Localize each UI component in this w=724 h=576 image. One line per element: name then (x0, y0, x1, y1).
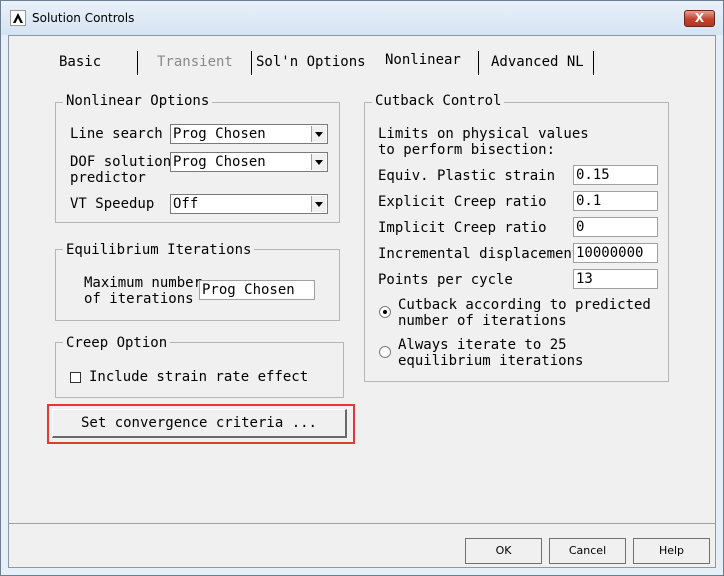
set-convergence-criteria-button[interactable]: Set convergence criteria ... (52, 409, 347, 438)
dof-solution-label: DOF solution (70, 154, 172, 170)
chevron-down-icon[interactable] (311, 196, 326, 212)
max-iterations-value: Prog Chosen (202, 282, 295, 298)
max-iterations-input[interactable]: Prog Chosen (199, 280, 315, 300)
incremental-displacement-label: Incremental displacement (378, 246, 581, 262)
tab-soln-options[interactable]: Sol'n Options (256, 54, 366, 70)
vt-speedup-select[interactable]: Off (170, 194, 328, 214)
line-search-select[interactable]: Prog Chosen (170, 124, 328, 144)
cutback-predicted-label-2: number of iterations (398, 313, 567, 329)
always-iterate-label-2: equilibrium iterations (398, 353, 584, 369)
points-per-cycle-label: Points per cycle (378, 272, 513, 288)
nonlinear-options-title: Nonlinear Options (63, 93, 213, 109)
dof-predictor-value: Prog Chosen (173, 154, 266, 170)
creep-option-title: Creep Option (63, 335, 171, 351)
line-search-value: Prog Chosen (173, 126, 266, 142)
plastic-strain-input[interactable]: 0.15 (573, 165, 658, 185)
always-iterate-label-1: Always iterate to 25 (398, 337, 567, 353)
cutback-predicted-label-1: Cutback according to predicted (398, 297, 651, 313)
ok-button[interactable]: OK (465, 538, 542, 564)
line-search-label: Line search (70, 126, 163, 142)
tab-nonlinear[interactable]: Nonlinear (385, 52, 461, 68)
cancel-button[interactable]: Cancel (549, 538, 626, 564)
tab-transient[interactable]: Transient (157, 54, 233, 70)
vt-speedup-value: Off (173, 196, 199, 212)
plastic-strain-label: Equiv. Plastic strain (378, 168, 556, 184)
explicit-creep-label: Explicit Creep ratio (378, 194, 547, 210)
implicit-creep-label: Implicit Creep ratio (378, 220, 547, 236)
points-per-cycle-input[interactable]: 13 (573, 269, 658, 289)
radio-selected-dot (383, 310, 387, 314)
solution-controls-window: Solution Controls X Basic Transient Sol'… (0, 0, 724, 576)
tab-divider (251, 51, 252, 75)
dof-predictor-label: predictor (70, 170, 146, 186)
chevron-down-icon[interactable] (311, 154, 326, 170)
explicit-creep-value: 0.1 (576, 193, 602, 209)
equilibrium-iterations-title: Equilibrium Iterations (63, 242, 255, 258)
incremental-displacement-input[interactable]: 10000000 (573, 243, 658, 263)
tab-advanced-nl[interactable]: Advanced NL (491, 54, 584, 70)
points-per-cycle-value: 13 (576, 271, 593, 287)
chevron-down-icon[interactable] (311, 126, 326, 142)
max-iterations-label-1: Maximum number (84, 275, 203, 291)
cutback-predicted-radio[interactable] (379, 306, 391, 318)
max-iterations-label-2: of iterations (84, 291, 194, 307)
close-button[interactable]: X (684, 10, 715, 27)
cutback-desc-2: to perform bisection: (378, 142, 556, 158)
incremental-displacement-value: 10000000 (576, 245, 644, 261)
window-title: Solution Controls (32, 11, 135, 25)
tab-divider (478, 51, 479, 75)
ansys-logo-icon (10, 10, 26, 26)
title-bar[interactable]: Solution Controls X (1, 1, 723, 35)
implicit-creep-value: 0 (576, 219, 585, 235)
explicit-creep-input[interactable]: 0.1 (573, 191, 658, 211)
cutback-control-title: Cutback Control (372, 93, 505, 109)
help-button[interactable]: Help (633, 538, 710, 564)
plastic-strain-value: 0.15 (576, 167, 610, 183)
cutback-desc-1: Limits on physical values (378, 126, 589, 142)
vt-speedup-label: VT Speedup (70, 196, 155, 212)
tab-basic[interactable]: Basic (59, 54, 101, 70)
include-strain-rate-checkbox[interactable] (70, 372, 81, 383)
include-strain-rate-label: Include strain rate effect (89, 369, 309, 385)
implicit-creep-input[interactable]: 0 (573, 217, 658, 237)
footer-divider (8, 523, 716, 524)
dof-predictor-select[interactable]: Prog Chosen (170, 152, 328, 172)
tab-divider (593, 51, 594, 75)
tab-divider (137, 51, 138, 75)
always-iterate-radio[interactable] (379, 346, 391, 358)
